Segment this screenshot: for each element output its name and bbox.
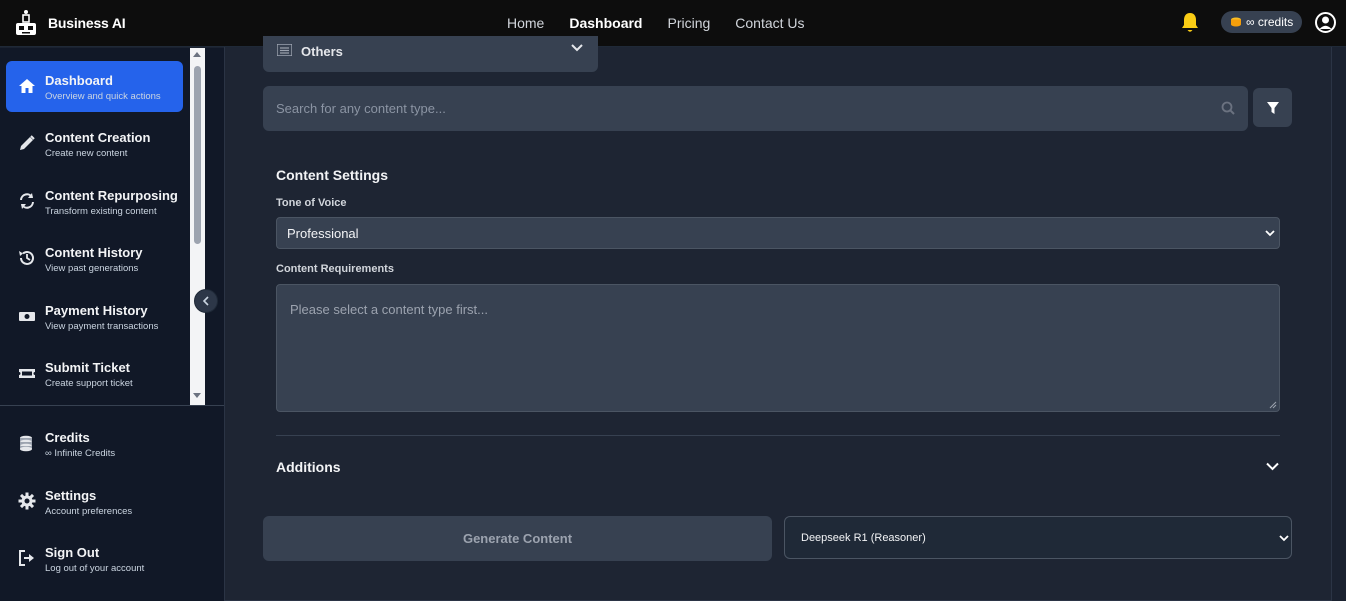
sidebar-item-subtitle: Transform existing content <box>45 206 157 217</box>
sidebar-scrollbar[interactable] <box>190 48 205 405</box>
sidebar-item-subtitle: Log out of your account <box>45 563 145 574</box>
sidebar-item-title: Credits <box>45 430 90 445</box>
tone-of-voice-value: Professional <box>287 226 359 241</box>
tone-of-voice-select[interactable]: Professional <box>276 217 1280 249</box>
sidebar-item-credits[interactable]: Credits ∞ Infinite Credits <box>6 418 183 469</box>
sidebar-item-content-repurposing[interactable]: Content Repurposing Transform existing c… <box>6 176 183 227</box>
sidebar-item-dashboard[interactable]: Dashboard Overview and quick actions <box>6 61 183 112</box>
sidebar-item-payment-history[interactable]: Payment History View payment transaction… <box>6 291 183 342</box>
brand-name: Business AI <box>48 15 126 31</box>
refresh-icon <box>20 193 34 209</box>
content-type-search <box>263 86 1248 131</box>
content-requirements-label: Content Requirements <box>276 263 394 275</box>
sidebar-item-content-creation[interactable]: Content Creation Create new content <box>6 118 183 169</box>
sidebar-item-sign-out[interactable]: Sign Out Log out of your account <box>6 533 183 584</box>
resize-grip-icon[interactable] <box>1269 401 1277 409</box>
nav-dashboard-link[interactable]: Dashboard <box>569 15 642 31</box>
content-settings-title: Content Settings <box>276 167 388 183</box>
ticket-icon <box>19 369 35 378</box>
pencil-icon <box>20 135 35 150</box>
tone-of-voice-label: Tone of Voice <box>276 197 347 209</box>
sidebar-scroll-area[interactable]: Dashboard Overview and quick actions Con… <box>0 48 205 405</box>
coins-icon <box>20 435 32 452</box>
content-requirements-placeholder: Please select a content type first... <box>290 302 488 317</box>
filter-button[interactable] <box>1253 88 1292 127</box>
list-icon <box>277 44 292 56</box>
sidebar-collapse-button[interactable] <box>194 289 218 313</box>
filter-icon <box>1266 101 1279 114</box>
nav-home-link[interactable]: Home <box>507 15 544 31</box>
coins-icon <box>1231 17 1241 27</box>
sidebar-item-subtitle: Create new content <box>45 148 128 159</box>
sidebar-item-title: Content Creation <box>45 130 151 145</box>
content-category-select[interactable]: Others <box>263 36 598 72</box>
scroll-up-arrow-icon[interactable] <box>193 52 201 57</box>
chevron-down-icon <box>1265 230 1275 237</box>
sidebar-item-title: Payment History <box>45 303 148 318</box>
model-select[interactable]: Deepseek R1 (Reasoner) <box>784 516 1292 559</box>
sidebar-item-title: Content Repurposing <box>45 188 178 203</box>
sign-out-icon <box>19 550 34 566</box>
sidebar-item-submit-ticket[interactable]: Submit Ticket Create support ticket <box>6 348 183 399</box>
sidebar-item-subtitle: Create support ticket <box>45 378 133 389</box>
search-input[interactable] <box>263 86 1248 131</box>
content-category-value: Others <box>301 44 343 59</box>
scroll-down-arrow-icon[interactable] <box>193 393 201 398</box>
sidebar: Dashboard Overview and quick actions Con… <box>0 48 224 601</box>
robot-logo-icon <box>16 10 36 35</box>
chevron-down-icon <box>571 44 583 52</box>
sidebar-item-subtitle: ∞ Infinite Credits <box>45 448 116 459</box>
gear-icon <box>18 492 36 510</box>
sidebar-item-title: Dashboard <box>45 73 113 88</box>
chevron-down-icon[interactable] <box>1266 462 1279 471</box>
generate-content-button[interactable]: Generate Content <box>263 516 772 561</box>
sidebar-item-content-history[interactable]: Content History View past generations <box>6 233 183 284</box>
model-select-value: Deepseek R1 (Reasoner) <box>801 532 926 544</box>
nav-pricing-link[interactable]: Pricing <box>667 15 710 31</box>
search-icon[interactable] <box>1221 101 1235 115</box>
main-nav: Home Dashboard Pricing Contact Us <box>507 15 805 31</box>
sidebar-item-title: Sign Out <box>45 545 100 560</box>
sidebar-item-subtitle: View payment transactions <box>45 321 159 332</box>
nav-contact-link[interactable]: Contact Us <box>735 15 804 31</box>
sidebar-divider <box>0 405 224 406</box>
money-icon <box>19 312 35 321</box>
home-icon <box>19 79 35 93</box>
sidebar-item-title: Settings <box>45 488 97 503</box>
history-icon <box>19 250 34 265</box>
credits-badge[interactable]: ∞ credits <box>1221 11 1303 33</box>
user-circle-icon[interactable] <box>1315 12 1336 33</box>
content-requirements-textarea[interactable]: Please select a content type first... <box>276 284 1280 412</box>
sidebar-item-settings[interactable]: Settings Account preferences <box>6 476 183 527</box>
top-navbar: Business AI Home Dashboard Pricing Conta… <box>0 0 1346 47</box>
additions-toggle-label[interactable]: Additions <box>276 459 341 475</box>
bell-icon[interactable] <box>1180 12 1200 34</box>
sidebar-item-title: Content History <box>45 245 143 260</box>
brand[interactable]: Business AI <box>14 9 126 37</box>
sidebar-item-subtitle: View past generations <box>45 263 139 274</box>
credits-badge-label: ∞ credits <box>1246 15 1294 29</box>
scrollbar-thumb[interactable] <box>194 66 201 244</box>
sidebar-item-title: Submit Ticket <box>45 360 131 375</box>
chevron-down-icon <box>1279 535 1289 542</box>
chevron-left-icon <box>202 296 209 306</box>
section-divider <box>276 435 1280 436</box>
sidebar-item-subtitle: Account preferences <box>45 506 133 517</box>
sidebar-item-subtitle: Overview and quick actions <box>45 91 161 102</box>
